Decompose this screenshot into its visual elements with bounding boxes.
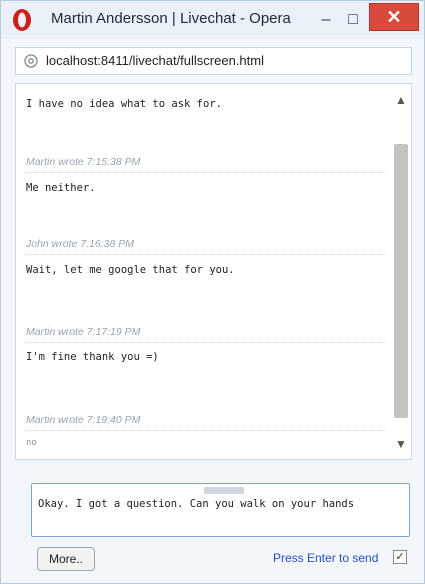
scroll-thumb[interactable] bbox=[394, 144, 408, 418]
divider bbox=[26, 430, 386, 431]
more-button[interactable]: More.. bbox=[37, 547, 95, 571]
enter-to-send-checkbox[interactable]: ✓ bbox=[393, 550, 407, 564]
url-text: localhost:8411/livechat/fullscreen.html bbox=[46, 53, 264, 68]
divider bbox=[26, 172, 386, 173]
chat-log: I have no idea what to ask for. Martin w… bbox=[15, 83, 412, 460]
message-meta: Martin wrote 7:15:38 PM bbox=[26, 156, 141, 168]
globe-icon bbox=[24, 54, 38, 68]
browser-window: Martin Andersson | Livechat - Opera – □ … bbox=[0, 0, 425, 584]
scroll-up-icon[interactable]: ▲ bbox=[392, 92, 410, 108]
opera-logo-icon bbox=[13, 9, 31, 31]
divider bbox=[26, 254, 386, 255]
scroll-down-icon[interactable]: ▼ bbox=[392, 436, 410, 452]
maximize-button[interactable]: □ bbox=[341, 9, 365, 31]
address-bar[interactable]: localhost:8411/livechat/fullscreen.html bbox=[15, 47, 412, 75]
chat-scrollbar[interactable]: ▲ ▼ bbox=[392, 92, 410, 452]
title-bar[interactable]: Martin Andersson | Livechat - Opera – □ … bbox=[1, 1, 424, 39]
message-text: Me neither. bbox=[26, 182, 96, 194]
window-title: Martin Andersson | Livechat - Opera bbox=[51, 10, 291, 27]
close-button[interactable]: ✕ bbox=[369, 3, 419, 31]
message-input[interactable]: Okay. I got a question. Can you walk on … bbox=[31, 483, 410, 537]
press-enter-label[interactable]: Press Enter to send bbox=[273, 551, 378, 565]
message-meta: Martin wrote 7:19:40 PM bbox=[26, 414, 141, 426]
message-text: I have no idea what to ask for. bbox=[26, 98, 222, 110]
message-text: Wait, let me google that for you. bbox=[26, 264, 235, 276]
message-text: I'm fine thank you =) bbox=[26, 351, 159, 363]
minimize-button[interactable]: – bbox=[314, 9, 338, 31]
divider bbox=[26, 342, 386, 343]
message-text: no bbox=[26, 438, 37, 448]
message-meta: Martin wrote 7:17:19 PM bbox=[26, 326, 141, 338]
message-input-value: Okay. I got a question. Can you walk on … bbox=[38, 498, 355, 510]
resize-grip[interactable] bbox=[204, 487, 244, 494]
message-meta: John wrote 7:16:38 PM bbox=[26, 238, 134, 250]
